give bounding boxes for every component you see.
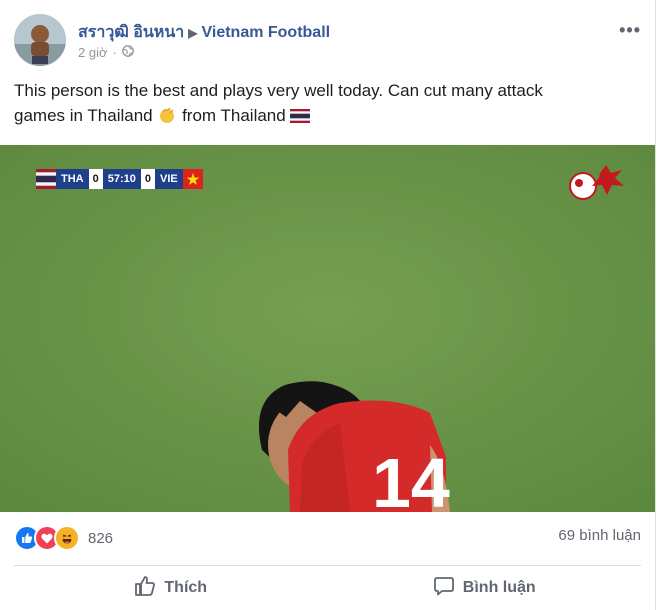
post-text-line-2: games in Thailand from Thailand	[14, 103, 634, 128]
post-text-part-a: games in Thailand	[14, 106, 153, 125]
group-name[interactable]: Vietnam Football	[201, 24, 330, 41]
post-header: สราวุฒิ อินหนา ▶ Vietnam Football 2 giờ · …	[14, 14, 641, 68]
home-score: 0	[88, 169, 103, 189]
jersey-number: 14	[372, 444, 450, 512]
clap-emoji	[157, 106, 182, 125]
match-clock: 57:10	[102, 169, 141, 189]
comment-icon	[433, 575, 455, 602]
post-text-line-1: This person is the best and plays very w…	[14, 81, 543, 100]
post-actions: Thích Bình luận	[14, 568, 641, 608]
vietnam-flag-icon	[182, 169, 203, 189]
home-team: THA	[56, 169, 89, 189]
thai-flag-icon	[36, 169, 56, 189]
thai-flag-emoji	[290, 106, 311, 125]
share-arrow-icon: ▶	[188, 26, 198, 40]
like-button[interactable]: Thích	[14, 568, 328, 608]
away-score: 0	[140, 169, 155, 189]
author-avatar[interactable]	[14, 14, 66, 66]
post-time[interactable]: 2 giờ	[78, 45, 108, 60]
reaction-count: 826	[88, 529, 114, 547]
like-button-label: Thích	[164, 579, 208, 596]
away-team: VIE	[155, 169, 183, 189]
thumbs-up-icon	[134, 575, 156, 602]
comment-count[interactable]: 69 bình luận	[558, 527, 641, 544]
author-line: สราวุฒิ อินหนา ▶ Vietnam Football	[78, 20, 330, 45]
author-name[interactable]: สราวุฒิ อินหนา	[78, 24, 184, 41]
reactions-summary[interactable]: 826	[14, 525, 113, 551]
actions-divider	[14, 565, 641, 566]
comment-button-label: Bình luận	[462, 579, 536, 596]
more-options-icon[interactable]: •••	[619, 20, 641, 41]
post-text-part-b: from Thailand	[182, 106, 286, 125]
haha-reaction-icon	[54, 525, 80, 551]
scorebug: THA 0 57:10 0 VIE	[36, 169, 203, 189]
post-text: This person is the best and plays very w…	[14, 78, 634, 128]
engagement-bar: 826 69 bình luận	[14, 522, 641, 552]
facebook-post: สราวุฒิ อินหนา ▶ Vietnam Football 2 giờ · …	[0, 0, 656, 610]
comment-button[interactable]: Bình luận	[328, 568, 642, 608]
video-frame[interactable]: 14 THA 0 57:10 0 VIE	[0, 145, 655, 512]
meta-separator: ·	[112, 45, 117, 60]
video-image: 14	[0, 145, 655, 512]
globe-icon	[121, 45, 134, 60]
post-meta: 2 giờ ·	[78, 45, 134, 60]
